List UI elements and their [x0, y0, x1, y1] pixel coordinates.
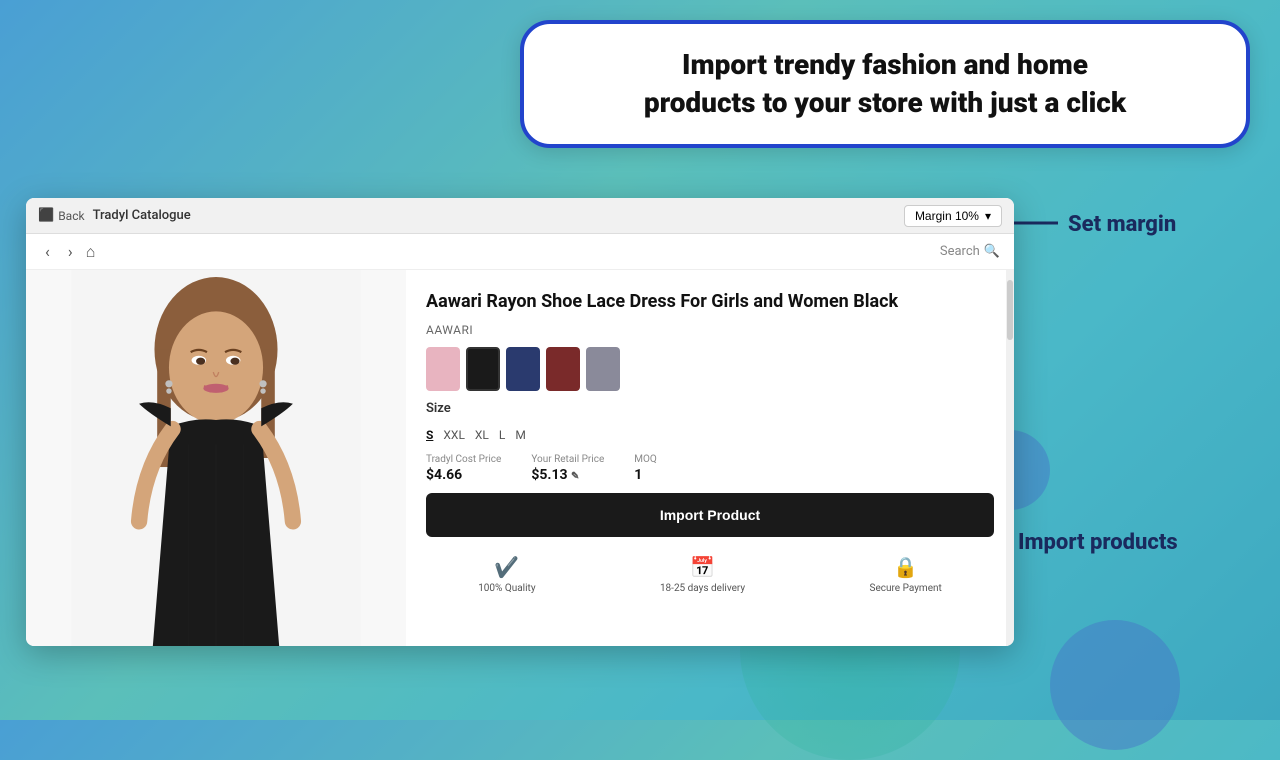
back-label: Back — [58, 209, 84, 223]
color-swatches — [426, 347, 994, 391]
retail-price-value: $5.13 ✎ — [531, 467, 604, 483]
moq-value: 1 — [634, 467, 657, 483]
inner-nav: ‹ › ⌂ Search 🔍 — [26, 234, 1014, 270]
tab-label: Tradyl Catalogue — [93, 208, 904, 223]
delivery-icon: 📅 — [690, 555, 715, 579]
size-option-xl[interactable]: XL — [475, 426, 489, 444]
home-button[interactable]: ⌂ — [86, 242, 96, 262]
browser-window: ⬛ Back Tradyl Catalogue Margin 10% ▾ ‹ ›… — [26, 198, 1014, 646]
moq-label: MOQ — [634, 454, 657, 465]
color-swatch-grey[interactable] — [586, 347, 620, 391]
quality-badge: ✔️ 100% Quality — [478, 555, 535, 594]
set-margin-label: Set margin — [1068, 212, 1176, 237]
scrollbar-thumb — [1007, 280, 1013, 340]
swatch-image-black — [468, 349, 498, 389]
delivery-badge: 📅 18-25 days delivery — [660, 555, 745, 594]
size-heading: Size — [426, 401, 994, 416]
import-products-label: Import products — [1018, 530, 1178, 555]
color-swatch-maroon[interactable] — [546, 347, 580, 391]
speech-bubble: Import trendy fashion and home products … — [520, 20, 1250, 148]
tradyl-cost-value: $4.66 — [426, 467, 501, 483]
speech-bubble-text: Import trendy fashion and home products … — [560, 46, 1210, 122]
color-swatch-black[interactable] — [466, 347, 500, 391]
swatch-image-navy — [506, 347, 540, 391]
scrollbar[interactable] — [1006, 270, 1014, 646]
margin-button[interactable]: Margin 10% ▾ — [904, 205, 1002, 227]
product-image — [56, 270, 376, 646]
back-icon: ⬛ — [38, 208, 54, 223]
back-button[interactable]: ⬛ Back — [38, 208, 85, 223]
margin-btn-label: Margin 10% — [915, 209, 979, 223]
size-option-m[interactable]: M — [515, 426, 525, 444]
payment-label: Secure Payment — [870, 583, 942, 594]
pricing-row: Tradyl Cost Price $4.66 Your Retail Pric… — [426, 454, 994, 483]
nav-back-button[interactable]: ‹ — [40, 240, 55, 263]
swatch-image-grey — [586, 347, 620, 391]
retail-price-block: Your Retail Price $5.13 ✎ — [531, 454, 604, 483]
search-bar: Search 🔍 — [103, 244, 1000, 259]
swatch-image-maroon — [546, 347, 580, 391]
product-area: Aawari Rayon Shoe Lace Dress For Girls a… — [26, 270, 1014, 646]
retail-price-label: Your Retail Price — [531, 454, 604, 465]
tradyl-cost-label: Tradyl Cost Price — [426, 454, 501, 465]
margin-dropdown-icon: ▾ — [985, 209, 991, 223]
size-option-l[interactable]: L — [499, 426, 505, 444]
moq-block: MOQ 1 — [634, 454, 657, 483]
tradyl-cost-block: Tradyl Cost Price $4.66 — [426, 454, 501, 483]
size-option-xxl[interactable]: XXL — [443, 426, 465, 444]
color-swatch-navy[interactable] — [506, 347, 540, 391]
delivery-label: 18-25 days delivery — [660, 583, 745, 594]
swatch-image-pink — [426, 347, 460, 391]
edit-price-icon[interactable]: ✎ — [571, 471, 579, 482]
search-icon[interactable]: 🔍 — [984, 244, 1000, 259]
payment-badge: 🔒 Secure Payment — [870, 555, 942, 594]
product-title: Aawari Rayon Shoe Lace Dress For Girls a… — [426, 290, 994, 313]
quality-icon: ✔️ — [494, 555, 519, 579]
import-product-button[interactable]: Import Product — [426, 493, 994, 537]
search-placeholder: Search — [940, 244, 980, 259]
set-margin-annotation: Set margin — [1000, 212, 1260, 237]
size-option-s[interactable]: S — [426, 426, 433, 444]
color-swatch-pink[interactable] — [426, 347, 460, 391]
nav-forward-button[interactable]: › — [63, 240, 78, 263]
browser-chrome: ⬛ Back Tradyl Catalogue Margin 10% ▾ — [26, 198, 1014, 234]
trust-badges: ✔️ 100% Quality 📅 18-25 days delivery 🔒 … — [426, 547, 994, 602]
decorative-circle-blue-bottom — [1050, 620, 1180, 750]
payment-icon: 🔒 — [893, 555, 918, 579]
product-details: Aawari Rayon Shoe Lace Dress For Girls a… — [406, 270, 1014, 646]
quality-label: 100% Quality — [478, 583, 535, 594]
product-brand: AAWARI — [426, 323, 994, 337]
product-image-section — [26, 270, 406, 646]
size-options: S XXL XL LM — [426, 426, 994, 444]
